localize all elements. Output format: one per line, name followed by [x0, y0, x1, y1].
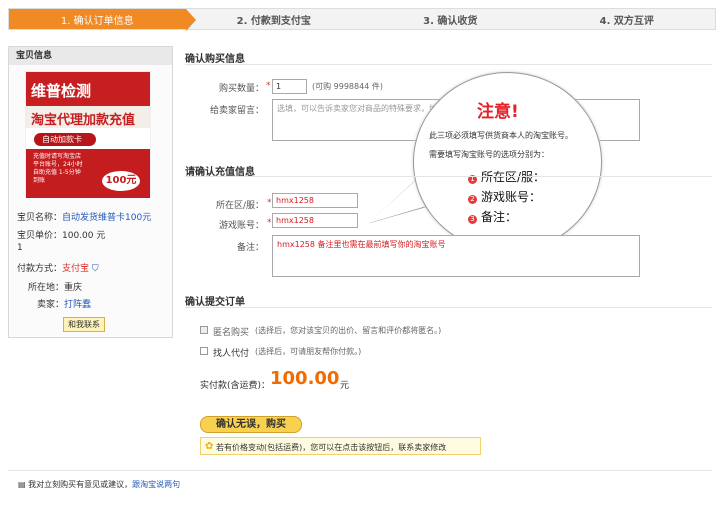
- alipay-shield-icon: ⛉: [91, 264, 99, 274]
- feedback-bar: ▤ 我对立刻购买有意见或建议，跟淘宝说两句: [18, 480, 181, 489]
- payment-row: 付款方式：支付宝 ⛉: [17, 264, 99, 274]
- notice-item-account: 2 游戏账号：: [468, 188, 541, 205]
- region-input[interactable]: hmx1258: [272, 193, 358, 208]
- note-label: 备注：: [236, 243, 264, 253]
- promo-subtitle: 淘宝代理加款充值: [26, 106, 150, 128]
- total-unit: 元: [340, 381, 350, 391]
- lightbulb-icon: ✿: [205, 441, 214, 452]
- qty-label: 购买数量：: [218, 84, 264, 94]
- feedback-link[interactable]: 跟淘宝说两句: [132, 480, 180, 489]
- notice-title: 注意!: [477, 102, 519, 122]
- note-field[interactable]: hmx1258 备注里也需在最前填写你的淘宝账号: [272, 235, 640, 277]
- anonymous-checkbox[interactable]: [200, 326, 208, 334]
- region-label: 所在区/服：: [215, 201, 264, 211]
- promo-pill: 自动加款卡: [34, 133, 96, 146]
- product-price-row: 宝贝单价：100.00 元: [17, 231, 106, 241]
- total-amount: 100.00: [270, 368, 340, 389]
- quantity-input[interactable]: 1: [272, 79, 307, 94]
- product-name-link[interactable]: 自动发货维普卡100元: [62, 213, 151, 223]
- message-label: 给卖家留言：: [209, 106, 264, 116]
- notice-item-note: 3 备注：: [468, 208, 517, 225]
- divider: [8, 470, 712, 471]
- divider: [185, 307, 712, 308]
- alipay-link[interactable]: 支付宝: [62, 264, 89, 274]
- promo-price: 100元: [102, 171, 140, 191]
- divider: [185, 64, 712, 65]
- proxy-payment-checkbox[interactable]: [200, 347, 208, 355]
- product-qty-row: 1: [17, 243, 23, 253]
- product-name-row: 宝贝名称：自动发货维普卡100元: [17, 213, 152, 223]
- total-label: 实付款(含运费)：: [200, 381, 271, 391]
- product-sidebar: 宝贝信息 维普检测 淘宝代理加款充值 自动加款卡 充值时请写淘宝店 平台账号，2…: [8, 46, 173, 338]
- proxy-payment-note: (选择后，可请朋友帮你付款。): [255, 347, 362, 356]
- confirm-buy-title: 确认购买信息: [185, 54, 245, 65]
- game-account-input[interactable]: hmx1258: [272, 213, 358, 228]
- seller-row: 卖家：打阵蠢: [37, 300, 92, 310]
- product-image[interactable]: 维普检测 淘宝代理加款充值 自动加款卡 充值时请写淘宝店 平台账号，24小时 自…: [25, 71, 151, 198]
- confirm-purchase-button[interactable]: 确认无误，购买: [200, 416, 302, 433]
- step-receipt: 3. 确认收货: [423, 15, 478, 27]
- contact-seller-button[interactable]: 和我联系: [63, 317, 105, 332]
- submit-title: 确认提交订单: [185, 297, 245, 308]
- price-change-notice: ✿ 若有价格变动(包括运费)，您可以在点击该按钮后，联系卖家修改: [200, 437, 481, 455]
- game-account-label: 游戏账号：: [218, 221, 264, 231]
- anonymous-label: 匿名购买: [213, 328, 250, 338]
- seller-link[interactable]: 打阵蠢: [64, 300, 91, 310]
- location-row: 所在地：重庆: [28, 283, 83, 293]
- sidebar-title: 宝贝信息: [9, 47, 172, 65]
- notice-line-1: 此三项必须填写供货商本人的淘宝账号。: [429, 131, 573, 140]
- promo-title: 维普检测: [26, 72, 150, 106]
- anonymous-note: (选择后，您对该宝贝的出价、留言和评价都将匿名。): [255, 326, 442, 335]
- order-steps: 1. 确认订单信息 2. 付款到支付宝 3. 确认收货 4. 双方互评: [8, 8, 716, 31]
- step-pay: 2. 付款到支付宝: [236, 15, 311, 27]
- feedback-icon: ▤: [18, 480, 26, 489]
- step-confirm-order: 1. 确认订单信息: [9, 9, 195, 31]
- step-review: 4. 双方互评: [599, 15, 654, 27]
- qty-note: (可购 9998844 件): [312, 82, 383, 91]
- proxy-payment-label: 找人代付: [213, 349, 250, 359]
- divider: [185, 176, 712, 177]
- notice-line-2: 需要填写淘宝账号的选项分别为：: [429, 150, 549, 159]
